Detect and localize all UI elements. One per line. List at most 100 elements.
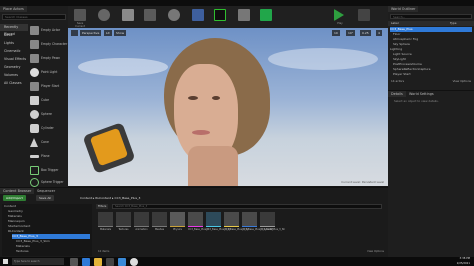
show-button[interactable]: Show: [114, 30, 127, 36]
character-neck: [188, 146, 238, 186]
save-current-icon[interactable]: [74, 9, 86, 21]
place-item[interactable]: Player Start: [0, 80, 68, 94]
compile-icon[interactable]: [260, 9, 272, 21]
tree-item[interactable]: Textures: [16, 249, 29, 254]
add-import-button[interactable]: Add/Import: [3, 195, 26, 201]
angle-snap-value[interactable]: 10°: [346, 30, 356, 36]
clock[interactable]: 3:38 PM 2/25/2021: [457, 257, 470, 266]
folder-tree: Content Geometry Materials Mannequin Sta…: [2, 204, 92, 256]
breadcrumb-item[interactable]: CC3_Base_Plus_3: [115, 196, 141, 200]
asset-tile[interactable]: CC3_Base_Plus_3_PA: [206, 212, 231, 231]
place-item[interactable]: Empty Pawn: [0, 52, 68, 66]
cinematics-icon[interactable]: [214, 9, 226, 21]
source-control-icon[interactable]: [98, 9, 110, 21]
pawn-icon: [30, 54, 39, 63]
header-type[interactable]: Type: [450, 21, 456, 26]
place-item[interactable]: Cone: [0, 136, 68, 150]
asset-tile[interactable]: CC3_Base_Plus_3_Sh: [260, 212, 285, 231]
asset-tile[interactable]: Physics: [170, 212, 185, 231]
lit-button[interactable]: Lit: [104, 30, 112, 36]
filters-button[interactable]: Filters: [96, 204, 109, 209]
asset-item-count: 10 items: [98, 250, 110, 253]
asset-tile[interactable]: CC3_Base_Plus_3_AnimBP: [242, 212, 273, 231]
place-item[interactable]: Sphere: [0, 108, 68, 122]
settings-icon[interactable]: [168, 9, 180, 21]
outliner-row[interactable]: Player Start: [390, 72, 472, 77]
outliner-view-options[interactable]: View Options: [453, 79, 471, 83]
asset-tile[interactable]: Meshes: [152, 212, 167, 231]
character-eye: [188, 96, 198, 100]
viewport[interactable]: Perspective Lit Show 10 10° 0.25 4 Curre…: [68, 28, 388, 186]
folder-icon: [98, 212, 113, 227]
file-explorer-icon[interactable]: [94, 258, 102, 266]
place-search-placeholder: Search Classes: [5, 15, 28, 19]
level-watermark: Current Level: Persistent Level: [341, 180, 384, 184]
place-panel-tab[interactable]: Place Actors: [0, 6, 27, 12]
details-empty-message: Select an object to view details.: [394, 99, 439, 103]
blueprints-icon[interactable]: [192, 9, 204, 21]
edge-icon[interactable]: [82, 258, 90, 266]
grid-snap-value[interactable]: 10: [332, 30, 340, 36]
folder-icon: [134, 212, 149, 227]
breadcrumb: Content ▸ RLContent ▸ CC3_Base_Plus_3: [80, 195, 140, 201]
breadcrumb-item[interactable]: Content: [80, 196, 92, 200]
place-item[interactable]: Empty Character: [0, 38, 68, 52]
place-item[interactable]: Cube: [0, 94, 68, 108]
windows-start-icon[interactable]: [3, 259, 8, 264]
world-outliner: World Outliner Search... Label Type CC3_…: [388, 6, 474, 90]
asset-tile[interactable]: CC3_Base_Plus_3: [188, 212, 209, 231]
marketplace-icon[interactable]: [144, 9, 156, 21]
place-item[interactable]: Point Light: [0, 66, 68, 80]
character-lips: [192, 130, 210, 135]
mail-icon[interactable]: [118, 258, 126, 266]
shadow-asset-icon: [260, 212, 275, 227]
world-settings-tab[interactable]: World Settings: [406, 91, 437, 97]
anim-blueprint-icon: [242, 212, 257, 227]
asset-view-options[interactable]: View Options: [367, 250, 384, 253]
asset-tile[interactable]: Materials: [98, 212, 113, 231]
folder-icon: [152, 212, 167, 227]
place-item[interactable]: Empty Actor: [0, 24, 68, 38]
taskbar-search-placeholder: Type here to search: [14, 260, 40, 263]
asset-tile[interactable]: CC3_Base_Plus_3_Sk: [224, 212, 249, 231]
sequencer-tab[interactable]: Sequencer: [34, 188, 58, 194]
launch-icon[interactable]: [358, 9, 370, 21]
scale-snap-value[interactable]: 0.25: [360, 30, 371, 36]
cube-icon: [30, 96, 39, 105]
world-outliner-tab[interactable]: World Outliner: [388, 6, 419, 12]
viewport-options-button[interactable]: [71, 30, 78, 36]
asset-search-input[interactable]: Search CC3_Base_Plus_3: [112, 204, 382, 209]
clock-date: 2/25/2021: [456, 261, 470, 265]
details-panel: Details World Settings Select an object …: [388, 90, 474, 187]
taskbar-search-input[interactable]: Type here to search: [12, 258, 64, 265]
place-item[interactable]: Plane: [0, 150, 68, 164]
build-icon[interactable]: [238, 9, 250, 21]
content-icon[interactable]: [122, 9, 134, 21]
camera-speed-value[interactable]: 4: [376, 30, 382, 36]
place-item[interactable]: Cylinder: [0, 122, 68, 136]
unreal-icon[interactable]: [130, 258, 138, 266]
store-icon[interactable]: [106, 258, 114, 266]
sky-cloud: [78, 58, 168, 76]
perspective-button[interactable]: Perspective: [80, 30, 102, 36]
asset-tile[interactable]: Animation: [134, 212, 149, 231]
outliner-search-input[interactable]: Search...: [390, 14, 472, 19]
asset-tile[interactable]: Textures: [116, 212, 131, 231]
save-all-button[interactable]: Save All: [36, 195, 55, 201]
content-browser-tab[interactable]: Content Browser: [0, 188, 35, 194]
place-panel: Place Actors Search Classes Recently Pla…: [0, 6, 68, 187]
play-icon[interactable]: [334, 9, 344, 21]
box-trigger-icon: [30, 166, 39, 175]
details-tab[interactable]: Details: [388, 91, 406, 97]
outliner-search-placeholder: Search...: [393, 15, 406, 19]
header-label[interactable]: Label: [391, 21, 399, 26]
task-view-icon[interactable]: [70, 258, 78, 266]
cone-icon: [30, 138, 38, 147]
actor-icon: [30, 26, 39, 35]
outliner-header: Label Type: [388, 21, 474, 26]
taskbar: Type here to search 3:38 PM 2/25/2021: [0, 257, 474, 266]
character-icon: [30, 40, 39, 49]
place-search-input[interactable]: Search Classes: [2, 14, 66, 20]
plane-icon: [30, 155, 39, 158]
breadcrumb-item[interactable]: RLContent: [95, 196, 111, 200]
